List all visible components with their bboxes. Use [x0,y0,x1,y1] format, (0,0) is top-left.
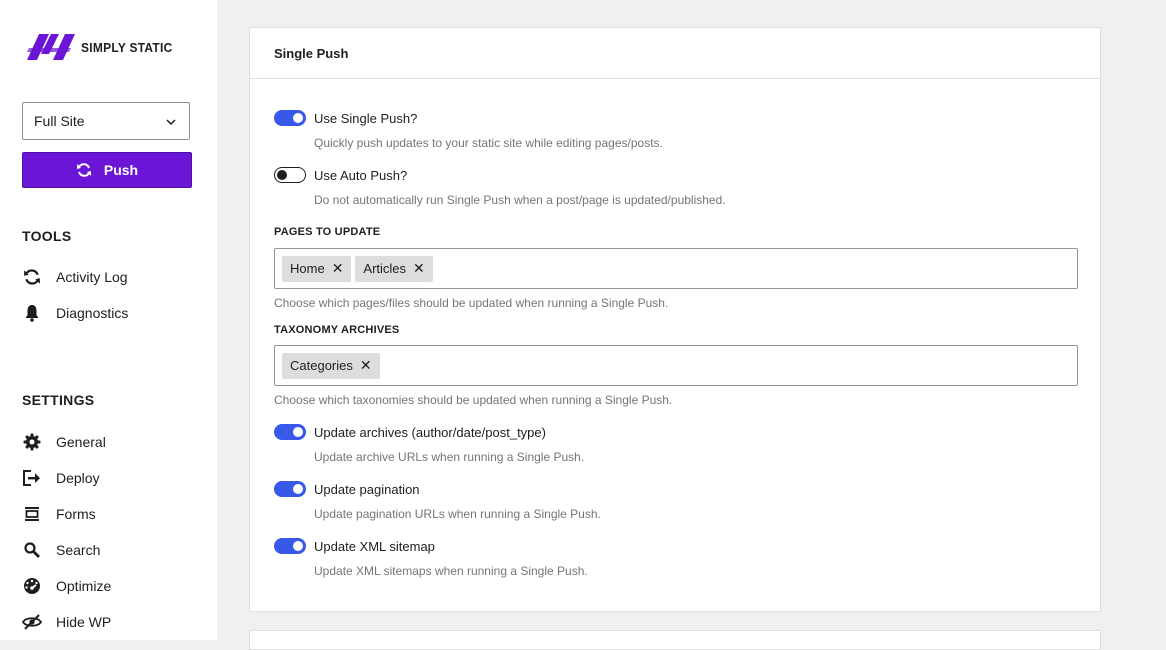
pages-token-field[interactable]: Home ✕ Articles ✕ [274,248,1078,289]
nav-label: General [56,434,106,450]
close-icon[interactable]: ✕ [360,357,372,374]
token-home: Home ✕ [282,255,352,282]
nav-item-activity-log[interactable]: Activity Log [22,267,128,287]
nav-label: Diagnostics [56,305,129,321]
select-value: Full Site [34,113,85,129]
chevron-down-icon [166,119,176,126]
nav-item-deploy[interactable]: Deploy [22,468,100,488]
pages-help: Choose which pages/files should be updat… [274,296,669,310]
nav-label: Hide WP [56,614,112,630]
single-push-panel: Single Push Use Single Push? Quickly pus… [249,27,1101,612]
taxonomy-help: Choose which taxonomies should be update… [274,393,673,407]
close-icon[interactable]: ✕ [413,260,425,277]
tools-heading: TOOLS [22,228,72,244]
toggle-label: Update pagination [314,481,420,497]
update-pagination-help: Update pagination URLs when running a Si… [314,507,601,521]
refresh-icon [76,163,91,177]
search-icon [22,540,42,560]
update-archives-toggle-row[interactable]: Update archives (author/date/post_type) [274,424,546,440]
update-pagination-toggle-row[interactable]: Update pagination [274,481,420,497]
toggle-label: Update XML sitemap [314,538,435,554]
update-sitemap-help: Update XML sitemaps when running a Singl… [314,564,588,578]
nav-label: Deploy [56,470,100,486]
use-auto-push-toggle-row[interactable]: Use Auto Push? [274,167,407,183]
eye-slash-icon [22,612,42,632]
push-button[interactable]: Push [22,152,192,188]
panel-title: Single Push [250,28,1100,79]
sidebar: SIMPLY STATIC Full Site Push TOOLS Activ… [0,0,217,640]
taxonomy-archives-label: TAXONOMY ARCHIVES [274,324,400,336]
update-pagination-toggle[interactable] [274,481,306,497]
gauge-icon [22,576,42,596]
token-articles: Articles ✕ [355,255,433,282]
logo-text: SIMPLY STATIC [81,39,173,55]
toggle-label: Use Auto Push? [314,167,408,183]
nav-label: Forms [56,506,96,522]
toggle-label: Update archives (author/date/post_type) [314,424,546,440]
use-single-push-help: Quickly push updates to your static site… [314,136,663,150]
nav-label: Search [56,542,101,558]
nav-item-forms[interactable]: Forms [22,504,96,524]
nav-item-general[interactable]: General [22,432,106,452]
update-archives-toggle[interactable] [274,424,306,440]
bell-icon [22,303,42,323]
use-single-push-toggle-row[interactable]: Use Single Push? [274,110,417,126]
next-panel [249,630,1101,650]
site-scope-select[interactable]: Full Site [22,102,190,140]
use-auto-push-toggle[interactable] [274,167,306,183]
toggle-label: Use Single Push? [314,110,418,126]
push-label: Push [103,162,139,178]
logo[interactable]: SIMPLY STATIC [25,32,181,62]
nav-item-optimize[interactable]: Optimize [22,576,111,596]
use-single-push-toggle[interactable] [274,110,306,126]
update-archives-help: Update archive URLs when running a Singl… [314,450,585,464]
nav-item-diagnostics[interactable]: Diagnostics [22,303,128,323]
use-auto-push-help: Do not automatically run Single Push whe… [314,193,726,207]
refresh-icon [22,267,42,287]
settings-heading: SETTINGS [22,392,95,408]
pages-to-update-label: PAGES TO UPDATE [274,226,381,238]
update-sitemap-toggle-row[interactable]: Update XML sitemap [274,538,435,554]
deploy-icon [22,468,42,488]
close-icon[interactable]: ✕ [332,260,344,277]
nav-label: Optimize [56,578,112,594]
nav-label: Activity Log [56,269,128,285]
simply-static-logo-icon [27,34,75,60]
taxonomy-token-field[interactable]: Categories ✕ [274,345,1078,386]
forms-icon [22,504,42,524]
update-sitemap-toggle[interactable] [274,538,306,554]
nav-item-hide-wp[interactable]: Hide WP [22,612,111,632]
token-categories: Categories ✕ [282,352,380,379]
nav-item-search[interactable]: Search [22,540,100,560]
gear-icon [22,432,42,452]
